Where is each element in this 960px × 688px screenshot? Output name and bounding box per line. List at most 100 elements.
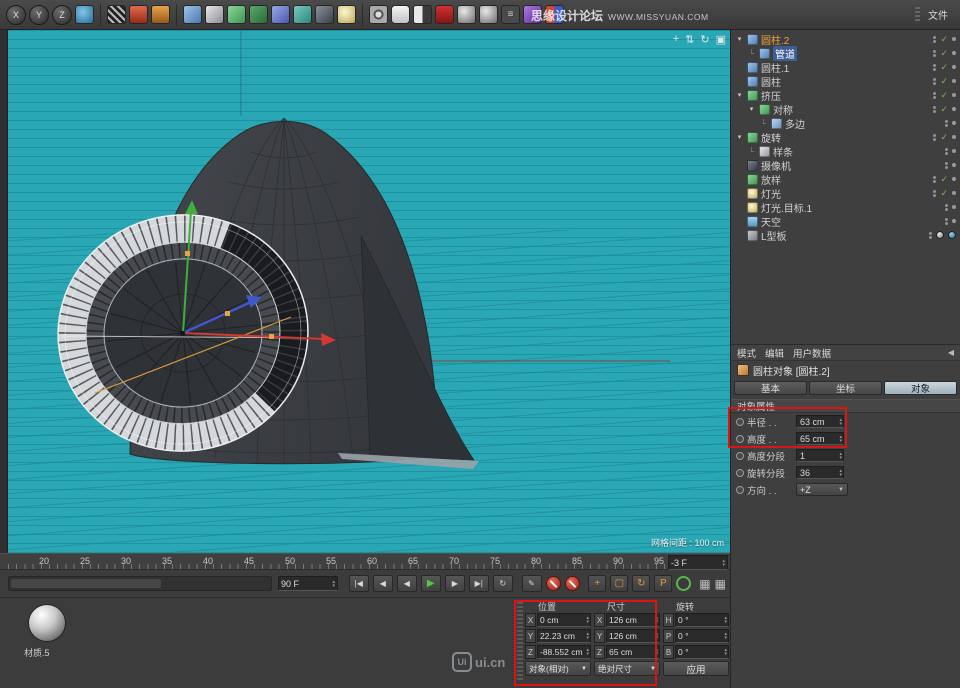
tab-basic[interactable]: 基本	[734, 381, 807, 395]
pan-icon[interactable]: +	[673, 33, 679, 46]
environment-icon[interactable]	[293, 5, 312, 24]
record-button[interactable]	[546, 576, 561, 591]
expand-arrow[interactable]: ▾	[747, 105, 756, 113]
tab-object[interactable]: 对象	[884, 381, 957, 395]
display-mode-icon[interactable]	[391, 5, 410, 24]
material-chip[interactable]	[936, 231, 944, 239]
state-dot[interactable]	[952, 219, 956, 223]
enable-toggle[interactable]: ✓	[940, 105, 948, 114]
visibility-toggle[interactable]	[945, 204, 948, 211]
light-icon[interactable]	[337, 5, 356, 24]
previous-key-button[interactable]: ◀	[373, 575, 393, 592]
visibility-toggle[interactable]	[933, 36, 936, 43]
spinner[interactable]: ▴▾	[332, 580, 335, 588]
radius-input[interactable]: 63 cm▴▾	[796, 415, 844, 428]
record-parameter-toggle[interactable]: P	[654, 575, 672, 592]
apply-button[interactable]: 应用	[663, 661, 729, 676]
ruler-track[interactable]: 20 25 30 35 40 45 50 55 60 65 70 75 80 8…	[8, 554, 666, 569]
object-row[interactable]: 放样 ✓	[731, 172, 960, 186]
position-z-field[interactable]: -88.552 cm▴▾	[537, 645, 591, 659]
range-end-field[interactable]: 90 F ▴▾	[278, 576, 338, 591]
render-settings-icon[interactable]	[151, 5, 170, 24]
layer-list-icon[interactable]: ≡	[501, 5, 520, 24]
edit-menu[interactable]: 编辑	[765, 346, 784, 360]
go-to-start-button[interactable]: |◀	[349, 575, 369, 592]
visibility-toggle[interactable]	[945, 120, 948, 127]
visibility-toggle[interactable]	[945, 162, 948, 169]
state-dot[interactable]	[952, 79, 956, 83]
sphere-preview-icon[interactable]	[479, 5, 498, 24]
object-row[interactable]: 圆柱.1 ✓	[731, 60, 960, 74]
doodle-icon[interactable]	[435, 5, 454, 24]
record-active-objects-button[interactable]	[565, 576, 580, 591]
object-row[interactable]: 天空	[731, 214, 960, 228]
state-dot[interactable]	[952, 205, 956, 209]
current-frame-field[interactable]: -3 F ▴▾	[668, 555, 728, 570]
state-dot[interactable]	[952, 51, 956, 55]
spline-pen-icon[interactable]	[205, 5, 224, 24]
state-dot[interactable]	[952, 65, 956, 69]
state-dot[interactable]	[952, 163, 956, 167]
position-x-field[interactable]: 0 cm▴▾	[537, 613, 591, 627]
rotation-b-field[interactable]: 0 °▴▾	[675, 645, 729, 659]
keyframe-toggle[interactable]	[736, 418, 744, 426]
enable-toggle[interactable]: ✓	[940, 49, 948, 58]
state-dot[interactable]	[952, 135, 956, 139]
camera-icon[interactable]	[315, 5, 334, 24]
material-name[interactable]: 材质.5	[24, 646, 50, 659]
state-dot[interactable]	[952, 37, 956, 41]
target-icon[interactable]	[369, 5, 388, 24]
state-dot[interactable]	[952, 121, 956, 125]
mode-menu[interactable]: 模式	[737, 346, 756, 360]
height-segments-input[interactable]: 1▴▾	[796, 449, 844, 462]
go-to-end-button[interactable]: ▶|	[469, 575, 489, 592]
keyframe-pencil-button[interactable]: ✎	[522, 575, 542, 592]
state-dot[interactable]	[952, 93, 956, 97]
object-row[interactable]: ▾ 挤压 ✓	[731, 88, 960, 102]
enable-toggle[interactable]: ✓	[940, 77, 948, 86]
visibility-toggle[interactable]	[945, 218, 948, 225]
modeling-tools-icon[interactable]	[249, 5, 268, 24]
visibility-toggle[interactable]	[929, 232, 932, 239]
rotation-p-field[interactable]: 0 °▴▾	[675, 629, 729, 643]
previous-frame-button[interactable]: ◀	[397, 575, 417, 592]
userdata-menu[interactable]: 用户数据	[793, 346, 831, 360]
object-row[interactable]: 圆柱 ✓	[731, 74, 960, 88]
enable-toggle[interactable]: ✓	[940, 189, 948, 198]
record-scale-toggle[interactable]: ▢	[610, 575, 628, 592]
object-row[interactable]: 摄像机	[731, 158, 960, 172]
xref-icon[interactable]	[523, 5, 542, 24]
state-dot[interactable]	[952, 149, 956, 153]
orbit-icon[interactable]: ↻	[700, 33, 709, 46]
snap-grid-icon[interactable]: ▦	[699, 577, 710, 591]
visibility-toggle[interactable]	[933, 190, 936, 197]
keyframe-toggle[interactable]	[736, 452, 744, 460]
visibility-toggle[interactable]	[933, 176, 936, 183]
state-dot[interactable]	[952, 177, 956, 181]
orientation-select[interactable]: +Z▼	[796, 483, 848, 496]
render-view-icon[interactable]	[107, 5, 126, 24]
enable-toggle[interactable]: ✓	[940, 133, 948, 142]
panel-grip[interactable]	[915, 7, 920, 23]
enable-toggle[interactable]: ✓	[940, 63, 948, 72]
expand-arrow[interactable]: ▾	[735, 133, 744, 141]
primitive-cube-icon[interactable]	[183, 5, 202, 24]
maximize-view-icon[interactable]: ▣	[716, 33, 726, 46]
keyframe-toggle[interactable]	[736, 469, 744, 477]
autokey-toggle[interactable]	[676, 576, 691, 591]
keyframe-toggle[interactable]	[736, 486, 744, 494]
rotation-segments-input[interactable]: 36▴▾	[796, 466, 844, 479]
visibility-toggle[interactable]	[945, 148, 948, 155]
object-row[interactable]: ▾ 旋转 ✓	[731, 130, 960, 144]
record-rotation-toggle[interactable]: ↻	[632, 575, 650, 592]
size-y-field[interactable]: 126 cm▴▾	[606, 629, 660, 643]
size-mode-select[interactable]: 绝对尺寸▼	[594, 661, 660, 676]
spinner[interactable]: ▴▾	[722, 559, 725, 567]
file-menu[interactable]: 文件	[928, 7, 948, 22]
rotation-h-field[interactable]: 0 °▴▾	[675, 613, 729, 627]
object-row[interactable]: └ 多边	[731, 116, 960, 130]
dolly-icon[interactable]: ⇅	[685, 33, 694, 46]
collapse-icon[interactable]: ◀	[948, 348, 954, 357]
viewport[interactable]: + ⇅ ↻ ▣ 网格间距 : 100 cm	[8, 30, 730, 553]
next-frame-button[interactable]: ▶	[445, 575, 465, 592]
